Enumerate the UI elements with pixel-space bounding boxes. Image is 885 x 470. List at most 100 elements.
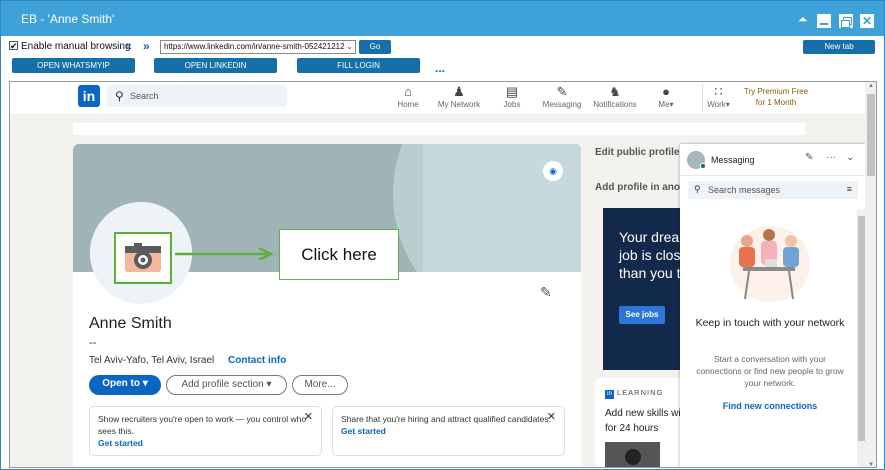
close-icon[interactable]: ✕ xyxy=(547,411,556,423)
keep-in-touch-title: Keep in touch with your network xyxy=(695,317,845,329)
arrow-icon xyxy=(175,248,274,260)
video-thumbnail[interactable] xyxy=(605,442,660,467)
compose-icon[interactable]: ✎ xyxy=(805,152,813,163)
contact-info-link[interactable]: Contact info xyxy=(228,355,286,366)
minimize-button[interactable] xyxy=(817,14,831,28)
premium-line1: Try Premium Free xyxy=(743,87,809,96)
chevron-down-icon[interactable]: ⌄ xyxy=(846,152,854,163)
nav-network-label: My Network xyxy=(437,100,481,109)
avatar-icon: ● xyxy=(662,84,670,99)
nav-home-label: Home xyxy=(397,100,419,109)
fill-login-button[interactable]: FILL LOGIN xyxy=(297,58,420,73)
go-button[interactable]: Go xyxy=(359,40,391,54)
nav-me[interactable]: ● Me▾ xyxy=(653,84,679,112)
search-icon: ⚲ xyxy=(694,184,701,194)
nav-me-label: Me xyxy=(658,100,670,109)
open-to-label: Open to xyxy=(102,378,140,389)
more-actions-button[interactable]: ... xyxy=(435,61,445,75)
online-status-icon xyxy=(700,163,706,169)
search-icon: ⚲ xyxy=(115,89,124,103)
forward-button[interactable]: » xyxy=(143,39,150,53)
camera-icon[interactable]: ◉ xyxy=(543,161,563,181)
messaging-header[interactable]: Messaging ✎ ··· ⌄ xyxy=(680,144,866,176)
search-messages-input[interactable]: ⚲ Search messages ≡ xyxy=(688,181,858,199)
close-button[interactable]: ✕ xyxy=(860,14,874,28)
people-illustration xyxy=(730,226,810,302)
nav-messaging-label: Messaging xyxy=(542,100,582,109)
notice-bold: Show recruiters you're open to work xyxy=(98,414,234,424)
edit-public-profile-link[interactable]: Edit public profile xyxy=(595,147,679,158)
nav-work[interactable]: ∷ Work▾ xyxy=(702,84,734,112)
linkedin-search-input[interactable]: ⚲ Search xyxy=(107,85,287,107)
linkedin-navbar: in ⚲ Search ⌂ Home ♟ My Network ▤ Jobs ✎… xyxy=(10,82,865,114)
hiring-notice: Share that you're hiring and attract qua… xyxy=(332,406,565,456)
announcement-strip xyxy=(73,123,805,135)
nav-jobs-label: Jobs xyxy=(503,100,521,109)
maximize-button[interactable] xyxy=(839,14,853,28)
more-icon[interactable]: ··· xyxy=(826,152,836,163)
scrollbar-thumb[interactable] xyxy=(858,216,865,441)
page-scrollbar[interactable]: ▲ ▼ xyxy=(865,82,876,467)
see-jobs-button[interactable]: See jobs xyxy=(619,306,665,324)
add-section-label: Add profile section xyxy=(181,379,264,390)
open-to-work-notice: Show recruiters you're open to work — yo… xyxy=(89,406,322,456)
filter-icon[interactable]: ≡ xyxy=(847,184,852,194)
back-button[interactable]: « xyxy=(125,39,132,53)
camera-icon xyxy=(125,243,161,272)
nav-home[interactable]: ⌂ Home xyxy=(393,84,423,112)
click-here-callout: Click here xyxy=(279,229,399,280)
profile-headline: -- xyxy=(89,337,97,349)
profile-name: Anne Smith xyxy=(89,315,172,332)
enable-manual-label: Enable manual browsing xyxy=(21,41,131,52)
home-icon: ⌂ xyxy=(404,84,412,99)
linkedin-icon: in xyxy=(605,390,614,399)
add-profile-section-button[interactable]: Add profile section ▾ xyxy=(166,375,287,395)
grid-icon: ∷ xyxy=(714,84,723,99)
messaging-panel: Messaging ✎ ··· ⌄ ⚲ Search messages ≡ Ke… xyxy=(680,144,866,467)
app-window: EB - 'Anne Smith' ⏶ ✕ ✔ Enable manual br… xyxy=(0,0,885,470)
window-title: EB - 'Anne Smith' xyxy=(21,12,115,26)
new-tab-button[interactable]: New tab xyxy=(803,40,875,54)
add-photo-button[interactable] xyxy=(114,232,172,284)
notice-text: and attract qualified candidates. xyxy=(428,414,552,424)
get-started-link[interactable]: Get started xyxy=(341,425,556,437)
enable-manual-checkbox[interactable]: ✔ xyxy=(9,41,18,51)
messaging-title: Messaging xyxy=(711,155,755,165)
learning-header: in LEARNING xyxy=(605,388,663,399)
get-started-link[interactable]: Get started xyxy=(98,437,313,449)
learning-label: LEARNING xyxy=(617,388,664,397)
search-messages-placeholder: Search messages xyxy=(708,185,781,195)
network-icon: ♟ xyxy=(453,84,465,99)
scroll-up-icon[interactable]: ▲ xyxy=(868,83,874,89)
pin-icon[interactable]: ⏶ xyxy=(798,12,808,27)
premium-line2: for 1 Month xyxy=(755,98,797,107)
close-icon[interactable]: ✕ xyxy=(304,411,313,423)
open-linkedin-button[interactable]: OPEN LINKEDIN xyxy=(154,58,277,73)
open-to-button[interactable]: Open to ▾ xyxy=(89,375,161,395)
nav-jobs[interactable]: ▤ Jobs xyxy=(497,84,527,112)
url-text: https://www.linkedin.com/in/anne-smith-0… xyxy=(164,42,345,51)
chevron-down-icon[interactable]: ⌄ xyxy=(346,41,353,53)
profile-location: Tel Aviv-Yafo, Tel Aviv, Israel xyxy=(89,355,215,366)
search-placeholder: Search xyxy=(130,91,159,101)
add-profile-language-link[interactable]: Add profile in ano xyxy=(595,182,680,193)
bell-icon: ♞ xyxy=(609,84,621,99)
chat-icon: ✎ xyxy=(556,84,568,99)
linkedin-logo[interactable]: in xyxy=(78,85,100,107)
find-new-connections-link[interactable]: Find new connections xyxy=(695,401,845,411)
nav-notifications[interactable]: ♞ Notifications xyxy=(592,84,638,112)
briefcase-icon: ▤ xyxy=(505,84,519,99)
url-input[interactable]: https://www.linkedin.com/in/anne-smith-0… xyxy=(160,40,356,54)
scrollbar-thumb[interactable] xyxy=(867,94,875,176)
keep-in-touch-description: Start a conversation with your connectio… xyxy=(696,354,844,388)
profile-card: ◉ Click here ✎ Anne Smith -- Tel Aviv-Ya… xyxy=(73,144,581,467)
more-button[interactable]: More... xyxy=(292,375,348,395)
nav-my-network[interactable]: ♟ My Network xyxy=(435,84,483,112)
nav-notifications-label: Notifications xyxy=(593,100,637,109)
pencil-icon[interactable]: ✎ xyxy=(540,284,552,301)
nav-messaging[interactable]: ✎ Messaging xyxy=(542,84,582,112)
scroll-down-icon[interactable]: ▼ xyxy=(868,462,874,467)
premium-link[interactable]: Try Premium Free for 1 Month xyxy=(740,86,812,108)
title-bar: EB - 'Anne Smith' ⏶ ✕ xyxy=(1,1,884,36)
open-whatsmyip-button[interactable]: OPEN WHATSMYIP xyxy=(12,58,135,73)
